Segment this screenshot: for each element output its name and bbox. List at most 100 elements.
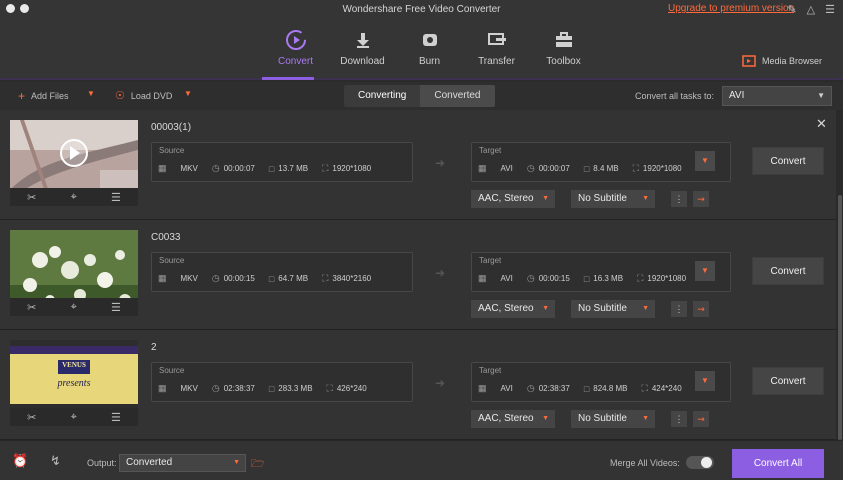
add-files-button[interactable]: + Add Files [18, 89, 69, 103]
film-icon: ▦ [478, 273, 487, 283]
alarm-clock-icon[interactable]: ⏰ [12, 453, 28, 469]
crop-icon[interactable]: ⌖ [71, 301, 77, 314]
audio-select[interactable]: AAC, Stereo ▼ [471, 410, 555, 428]
arrow-right-icon: ➜ [435, 266, 446, 280]
film-icon: ▦ [158, 163, 167, 173]
source-info: Source ▦ MKV ◷ 00:00:07 □ 13.7 MB ⛶ 1920… [151, 142, 413, 182]
crop-icon[interactable]: ⌖ [71, 411, 77, 424]
media-browser-label: Media Browser [762, 56, 823, 66]
gift-icon[interactable]: △ [807, 3, 815, 16]
target-format-dropdown[interactable]: ▼ [695, 371, 715, 391]
remove-file-close-icon[interactable]: ✕ [816, 116, 827, 132]
target-duration: 02:38:37 [538, 384, 570, 393]
menu-icon[interactable]: ☰ [825, 3, 835, 16]
source-resolution: 1920*1080 [332, 164, 372, 173]
trim-scissors-icon[interactable]: ✂ [27, 301, 36, 314]
scrollbar[interactable] [838, 195, 842, 440]
target-info: Target ▦ AVI ◷ 00:00:15 □ 16.3 MB ⛶ 1920… [471, 252, 731, 292]
info-button[interactable]: ⋮ [671, 301, 687, 317]
split-button[interactable]: ⇝ [693, 191, 709, 207]
output-folder-select[interactable]: Converted ▼ [119, 454, 246, 472]
tab-converting[interactable]: Converting [344, 85, 421, 107]
resolution-icon: ⛶ [641, 383, 648, 393]
merge-all-toggle[interactable] [686, 456, 714, 469]
convert-all-button[interactable]: Convert All [732, 449, 824, 478]
target-duration: 00:00:07 [538, 164, 570, 173]
thumbnail-caption-text: presents [57, 378, 91, 389]
audio-select[interactable]: AAC, Stereo ▼ [471, 300, 555, 318]
source-size: 64.7 MB [278, 274, 309, 283]
clock-icon: ◷ [526, 383, 535, 393]
split-button[interactable]: ⇝ [693, 411, 709, 427]
thumbnail-logo-text: VENUS [62, 361, 86, 369]
chevron-down-icon: ▼ [642, 305, 649, 312]
crop-icon[interactable]: ⌖ [71, 191, 77, 204]
plus-icon: + [18, 89, 26, 103]
nav-label: Convert [277, 56, 313, 67]
burn-disc-icon [396, 28, 463, 52]
audio-select[interactable]: AAC, Stereo ▼ [471, 190, 555, 208]
folder-icon: □ [583, 273, 590, 284]
target-format-dropdown[interactable]: ▼ [695, 151, 715, 171]
subtitle-select[interactable]: No Subtitle ▼ [571, 410, 655, 428]
convert-all-format-select[interactable]: AVI ▼ [722, 86, 832, 106]
split-button[interactable]: ⇝ [693, 301, 709, 317]
open-folder-icon[interactable]: 🗁 [251, 455, 265, 474]
add-files-dropdown[interactable]: ▼ [87, 89, 95, 98]
target-size: 824.8 MB [593, 384, 628, 393]
effects-sliders-icon[interactable]: ☰ [111, 301, 121, 314]
subtitle-select[interactable]: No Subtitle ▼ [571, 300, 655, 318]
chat-icon[interactable]: ✎ [787, 3, 796, 16]
subtitle-value: No Subtitle [578, 193, 627, 204]
target-label: Target [479, 256, 502, 265]
target-format-dropdown[interactable]: ▼ [695, 261, 715, 281]
media-browser-button[interactable]: Media Browser [742, 55, 822, 67]
toggle-knob [701, 457, 712, 468]
tab-transfer[interactable]: Transfer [463, 28, 530, 67]
source-format: MKV [180, 274, 198, 283]
target-label: Target [479, 146, 502, 155]
arrow-right-icon: ➜ [435, 156, 446, 170]
chevron-down-icon: ▼ [233, 459, 240, 466]
load-dvd-button[interactable]: ☉ Load DVD [115, 89, 172, 102]
load-dvd-label: Load DVD [130, 90, 173, 101]
resolution-icon: ⛶ [326, 383, 333, 393]
target-resolution: 1920*1080 [647, 274, 687, 283]
tab-converted[interactable]: Converted [420, 85, 495, 107]
tab-download[interactable]: Download [329, 28, 396, 67]
film-icon: ▦ [158, 273, 167, 283]
clock-icon: ◷ [211, 163, 220, 173]
folder-icon: □ [268, 273, 275, 284]
chevron-down-icon: ▼ [542, 415, 549, 422]
upgrade-link[interactable]: Upgrade to premium version [668, 3, 794, 14]
source-format: MKV [180, 164, 198, 173]
output-label: Output: [87, 458, 117, 468]
convert-button[interactable]: Convert [752, 257, 824, 285]
title-bar: Wondershare Free Video Converter Upgrade… [0, 0, 843, 80]
tab-convert[interactable]: Convert [262, 28, 329, 67]
tab-burn[interactable]: Burn [396, 28, 463, 67]
chevron-down-icon: ▼ [542, 195, 549, 202]
nav-label: Transfer [478, 56, 515, 67]
effects-sliders-icon[interactable]: ☰ [111, 191, 121, 204]
info-button[interactable]: ⋮ [671, 191, 687, 207]
tab-toolbox[interactable]: Toolbox [530, 28, 597, 67]
target-label: Target [479, 366, 502, 375]
convert-button[interactable]: Convert [752, 147, 824, 175]
target-duration: 00:00:15 [538, 274, 570, 283]
info-button[interactable]: ⋮ [671, 411, 687, 427]
trim-scissors-icon[interactable]: ✂ [27, 191, 36, 204]
effects-sliders-icon[interactable]: ☰ [111, 411, 121, 424]
file-list: ✂ ⌖ ☰ 00003(1) Source ▦ MKV ◷ 00:00:07 □… [0, 110, 843, 440]
subtitle-select[interactable]: No Subtitle ▼ [571, 190, 655, 208]
load-dvd-dropdown[interactable]: ▼ [184, 89, 192, 98]
source-size: 13.7 MB [278, 164, 309, 173]
nav-label: Toolbox [546, 56, 581, 67]
dvd-icon: ☉ [115, 90, 125, 102]
trim-scissors-icon[interactable]: ✂ [27, 411, 36, 424]
add-files-label: Add Files [31, 91, 69, 101]
lightning-icon[interactable]: ↯ [50, 453, 61, 469]
chevron-down-icon: ▼ [642, 195, 649, 202]
file-row: ✂ ⌖ ☰ 00003(1) Source ▦ MKV ◷ 00:00:07 □… [0, 110, 836, 220]
convert-button[interactable]: Convert [752, 367, 824, 395]
